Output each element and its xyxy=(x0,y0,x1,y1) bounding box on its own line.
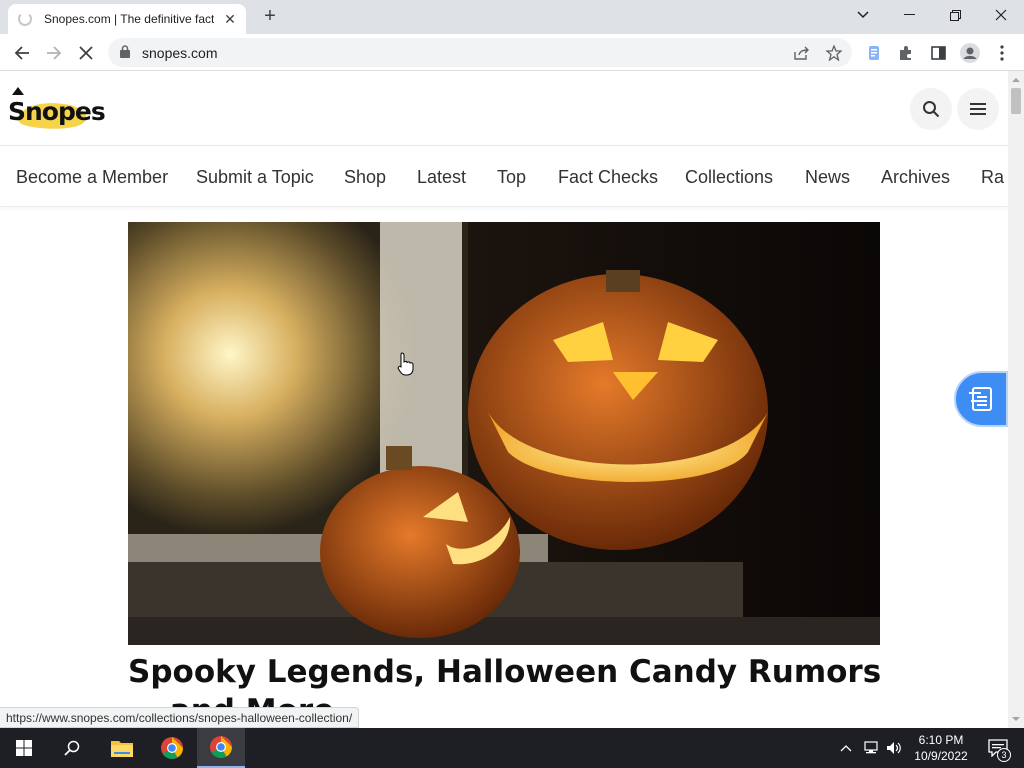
share-button[interactable] xyxy=(793,44,811,62)
search-icon xyxy=(64,740,80,756)
scrollbar-thumb[interactable] xyxy=(1011,88,1021,114)
puzzle-icon xyxy=(900,46,911,60)
bookmark-button[interactable] xyxy=(825,44,843,62)
url-text: snopes.com xyxy=(142,45,218,61)
chevron-up-icon xyxy=(840,745,852,752)
minimize-button[interactable] xyxy=(886,0,932,30)
site-menu-button[interactable] xyxy=(957,88,999,130)
tab-search-button[interactable] xyxy=(840,0,886,30)
show-hidden-icons-button[interactable] xyxy=(836,728,856,768)
site-nav: Become a Member Submit a Topic Shop Late… xyxy=(0,146,1008,207)
status-bar-link-preview: https://www.snopes.com/collections/snope… xyxy=(0,707,360,728)
side-panel-button[interactable] xyxy=(924,39,952,67)
clock-time: 6:10 PM xyxy=(918,733,964,747)
page-scrollbar[interactable] xyxy=(1008,71,1024,728)
restore-icon xyxy=(949,9,961,21)
volume-button[interactable] xyxy=(883,728,905,768)
nav-shop[interactable]: Shop xyxy=(344,167,386,188)
close-window-button[interactable] xyxy=(978,0,1024,30)
taskbar-chrome-active[interactable] xyxy=(197,728,245,768)
taskbar-search-button[interactable] xyxy=(48,728,96,768)
scroll-down-arrow-icon[interactable] xyxy=(1008,712,1024,726)
snopes-logo[interactable]: Snopes xyxy=(8,85,106,129)
nav-news[interactable]: News xyxy=(805,167,850,188)
kebab-menu-icon xyxy=(1000,45,1004,61)
nav-submit-topic[interactable]: Submit a Topic xyxy=(196,167,314,188)
site-header: Snopes xyxy=(0,71,1008,146)
back-button[interactable] xyxy=(8,39,36,67)
nav-top[interactable]: Top xyxy=(497,167,526,188)
avatar-icon xyxy=(960,43,980,63)
jack-o-lantern-photo xyxy=(128,222,880,645)
chrome-menu-button[interactable] xyxy=(988,39,1016,67)
minimize-icon xyxy=(903,14,915,15)
clock-date: 10/9/2022 xyxy=(914,749,968,763)
extension-app-icon xyxy=(869,46,879,60)
nav-archives[interactable]: Archives xyxy=(881,167,950,188)
nav-latest[interactable]: Latest xyxy=(417,167,466,188)
share-icon xyxy=(794,46,809,60)
tab-title: Snopes.com | The definitive fact-checkin… xyxy=(44,12,214,26)
windows-logo-icon xyxy=(16,740,32,756)
arrow-left-icon xyxy=(14,46,29,60)
hero-image[interactable] xyxy=(128,222,880,645)
loading-spinner-icon xyxy=(18,12,32,26)
floating-reader-button[interactable] xyxy=(954,371,1008,427)
scroll-up-arrow-icon[interactable] xyxy=(1008,73,1024,87)
extension-button[interactable] xyxy=(860,39,888,67)
nav-ratings[interactable]: Ra xyxy=(981,167,1004,188)
new-tab-button[interactable]: + xyxy=(259,6,281,28)
browser-toolbar: snopes.com xyxy=(0,34,1024,71)
nav-fact-checks[interactable]: Fact Checks xyxy=(558,167,658,188)
notification-count-badge: 3 xyxy=(997,748,1011,762)
hand-cursor-icon xyxy=(397,352,414,376)
start-button[interactable] xyxy=(0,728,48,768)
taskbar-file-explorer[interactable] xyxy=(98,728,146,768)
windows-taskbar: 6:10 PM 10/9/2022 3 xyxy=(0,728,1024,768)
list-document-icon xyxy=(969,387,992,411)
nav-become-member[interactable]: Become a Member xyxy=(16,167,168,188)
logo-wordmark: Snopes xyxy=(8,97,106,126)
lock-icon xyxy=(120,45,130,58)
restore-button[interactable] xyxy=(932,0,978,30)
taskbar-chrome[interactable] xyxy=(148,728,196,768)
side-panel-icon xyxy=(930,46,946,60)
folder-icon xyxy=(111,741,133,757)
chevron-down-icon xyxy=(857,11,869,19)
star-icon xyxy=(826,45,842,61)
browser-tab-strip: Snopes.com | The definitive fact-checkin… xyxy=(0,0,1024,34)
profile-button[interactable] xyxy=(956,39,984,67)
stop-loading-button[interactable] xyxy=(72,39,100,67)
taskbar-clock[interactable]: 6:10 PM 10/9/2022 xyxy=(906,732,976,764)
forward-button[interactable] xyxy=(40,39,68,67)
tab-close-button[interactable]: ✕ xyxy=(222,11,238,28)
close-icon xyxy=(995,9,1007,21)
extensions-menu-button[interactable] xyxy=(892,39,920,67)
address-bar[interactable]: snopes.com xyxy=(108,38,852,67)
network-button[interactable] xyxy=(860,728,882,768)
nav-collections[interactable]: Collections xyxy=(685,167,773,188)
chrome-icon xyxy=(161,737,183,759)
network-icon xyxy=(864,741,878,754)
hamburger-icon xyxy=(970,103,986,115)
stop-x-icon xyxy=(79,46,93,60)
chrome-icon xyxy=(210,736,232,758)
search-icon xyxy=(923,101,940,118)
web-page: Snopes Become a Member Submit a Topic Sh… xyxy=(0,71,1008,728)
action-center-button[interactable]: 3 xyxy=(978,728,1018,768)
speaker-icon xyxy=(887,742,901,754)
browser-tab[interactable]: Snopes.com | The definitive fact-checkin… xyxy=(8,4,246,34)
site-search-button[interactable] xyxy=(910,88,952,130)
arrow-right-icon xyxy=(47,46,62,60)
